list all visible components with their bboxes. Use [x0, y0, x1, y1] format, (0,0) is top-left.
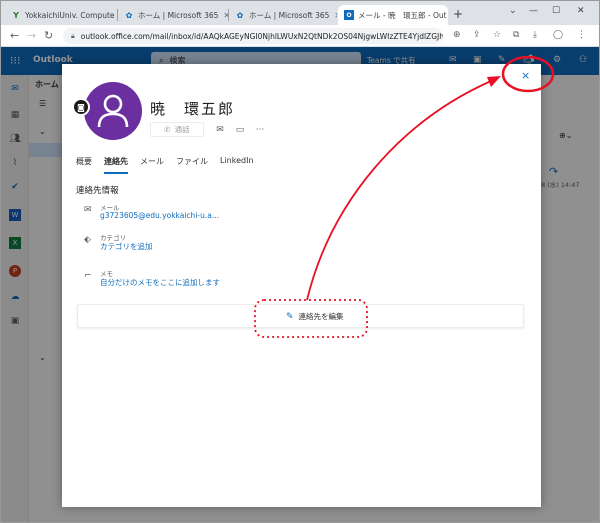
window-close-icon[interactable]: ✕ — [577, 6, 585, 16]
phone-icon: ✆ — [164, 125, 171, 134]
profile-icon[interactable]: ◯ — [553, 30, 563, 40]
close-icon[interactable]: × — [521, 69, 530, 82]
tab-label: YokkaichiUniv. Compute — [25, 10, 115, 20]
tab-close-icon[interactable]: ✕ — [218, 11, 228, 20]
new-tab-icon[interactable]: + — [453, 7, 463, 21]
edit-contact-button[interactable]: ✎ 連絡先を編集 — [286, 311, 344, 322]
share-icon[interactable]: ⇪ — [473, 30, 481, 40]
contact-name: 暁 環五郎 — [150, 100, 236, 118]
tab-label: メール - 暁 環五郎 - Out — [358, 10, 447, 20]
tab-linkedin[interactable]: LinkedIn — [220, 156, 254, 174]
chat-icon[interactable]: ▭ — [230, 125, 250, 135]
back-icon[interactable]: ← — [10, 29, 19, 42]
camera-icon[interactable]: ◙ — [72, 98, 90, 116]
address-bar[interactable]: 🔒︎ outlook.office.com/mail/inbox/id/AAQk… — [63, 28, 443, 44]
call-button[interactable]: ✆ 通話 — [150, 122, 204, 137]
yokkaichi-favicon-icon: Y — [13, 10, 19, 20]
tag-icon: ⬖ — [84, 235, 91, 245]
add-category-link[interactable]: カテゴリを追加 — [100, 241, 153, 252]
lock-icon: 🔒︎ — [71, 31, 75, 40]
edit-contact-label: 連絡先を編集 — [298, 312, 344, 321]
contact-actions: ✆ 通話 ✉ ▭ ··· — [150, 122, 270, 137]
tab-label: ホーム | Microsoft 365 — [249, 10, 330, 20]
add-memo-link[interactable]: 自分だけのメモをここに追加します — [100, 277, 220, 288]
person-icon — [97, 94, 129, 128]
browser-menu-icon[interactable]: ⋮ — [577, 30, 586, 40]
tab-close-icon[interactable]: ✕ — [447, 11, 448, 20]
tab-close-icon[interactable]: ✕ — [329, 11, 337, 20]
tab-files[interactable]: ファイル — [176, 156, 208, 174]
chevron-down-icon[interactable]: ⌄ — [509, 6, 517, 16]
mail-icon: ✉ — [84, 205, 92, 215]
browser-tab-1[interactable]: Y YokkaichiUniv. Compute ✕ — [5, 5, 117, 25]
tab-mail[interactable]: メール — [140, 156, 164, 174]
download-icon[interactable]: ⤓ — [533, 30, 537, 40]
contact-tabs: 概要 連絡先 メール ファイル LinkedIn — [76, 156, 254, 174]
reload-icon[interactable]: ↻ — [44, 29, 53, 42]
browser-tab-strip: Y YokkaichiUniv. Compute ✕ ✿ ホーム | Micro… — [1, 1, 599, 25]
note-icon: ⌐ — [84, 271, 92, 281]
browser-tab-2[interactable]: ✿ ホーム | Microsoft 365 ✕ — [118, 5, 228, 25]
install-app-icon[interactable]: ⊕ — [453, 30, 461, 40]
extensions-icon[interactable]: ⧉ — [513, 30, 519, 40]
outlook-favicon-icon: O — [344, 10, 354, 20]
memo-row: ⌐ メモ 自分だけのメモをここに追加します — [84, 268, 344, 288]
tab-overview[interactable]: 概要 — [76, 156, 92, 174]
minimize-icon[interactable]: — — [529, 6, 538, 16]
tab-contact[interactable]: 連絡先 — [104, 156, 128, 174]
avatar[interactable]: ◙ — [72, 82, 142, 140]
screenshot-frame: Y YokkaichiUniv. Compute ✕ ✿ ホーム | Micro… — [0, 0, 600, 523]
forward-icon[interactable]: → — [27, 29, 36, 42]
email-action-icon[interactable]: ✉ — [210, 125, 230, 135]
more-options-icon[interactable]: ··· — [250, 125, 270, 135]
email-link[interactable]: g3723605@edu.yokkaichi-u.a... — [100, 211, 219, 220]
contact-card-dialog: × ◙ 暁 環五郎 ✆ 通話 ✉ ▭ ··· 概要 連絡先 メール ファイル L… — [62, 64, 541, 507]
browser-tab-3[interactable]: ✿ ホーム | Microsoft 365 ✕ — [229, 5, 337, 25]
bookmark-star-icon[interactable]: ☆ — [493, 30, 501, 40]
call-label: 通話 — [174, 125, 190, 134]
microsoft365-favicon-icon: ✿ — [125, 10, 133, 20]
microsoft365-favicon-icon: ✿ — [236, 10, 244, 20]
url-text: outlook.office.com/mail/inbox/id/AAQkAGE… — [80, 31, 443, 41]
maximize-icon[interactable]: ☐ — [552, 6, 560, 16]
email-row: ✉ メール g3723605@edu.yokkaichi-u.a... — [84, 202, 284, 222]
edit-contact-bar: ✎ 連絡先を編集 — [77, 304, 524, 328]
browser-toolbar: ← → ↻ 🔒︎ outlook.office.com/mail/inbox/i… — [1, 25, 599, 47]
pencil-icon: ✎ — [286, 311, 294, 322]
section-title: 連絡先情報 — [76, 186, 119, 196]
browser-tab-4-active[interactable]: O メール - 暁 環五郎 - Out ✕ — [338, 5, 448, 25]
tab-label: ホーム | Microsoft 365 — [138, 10, 219, 20]
category-row: ⬖ カテゴリ カテゴリを追加 — [84, 232, 284, 252]
